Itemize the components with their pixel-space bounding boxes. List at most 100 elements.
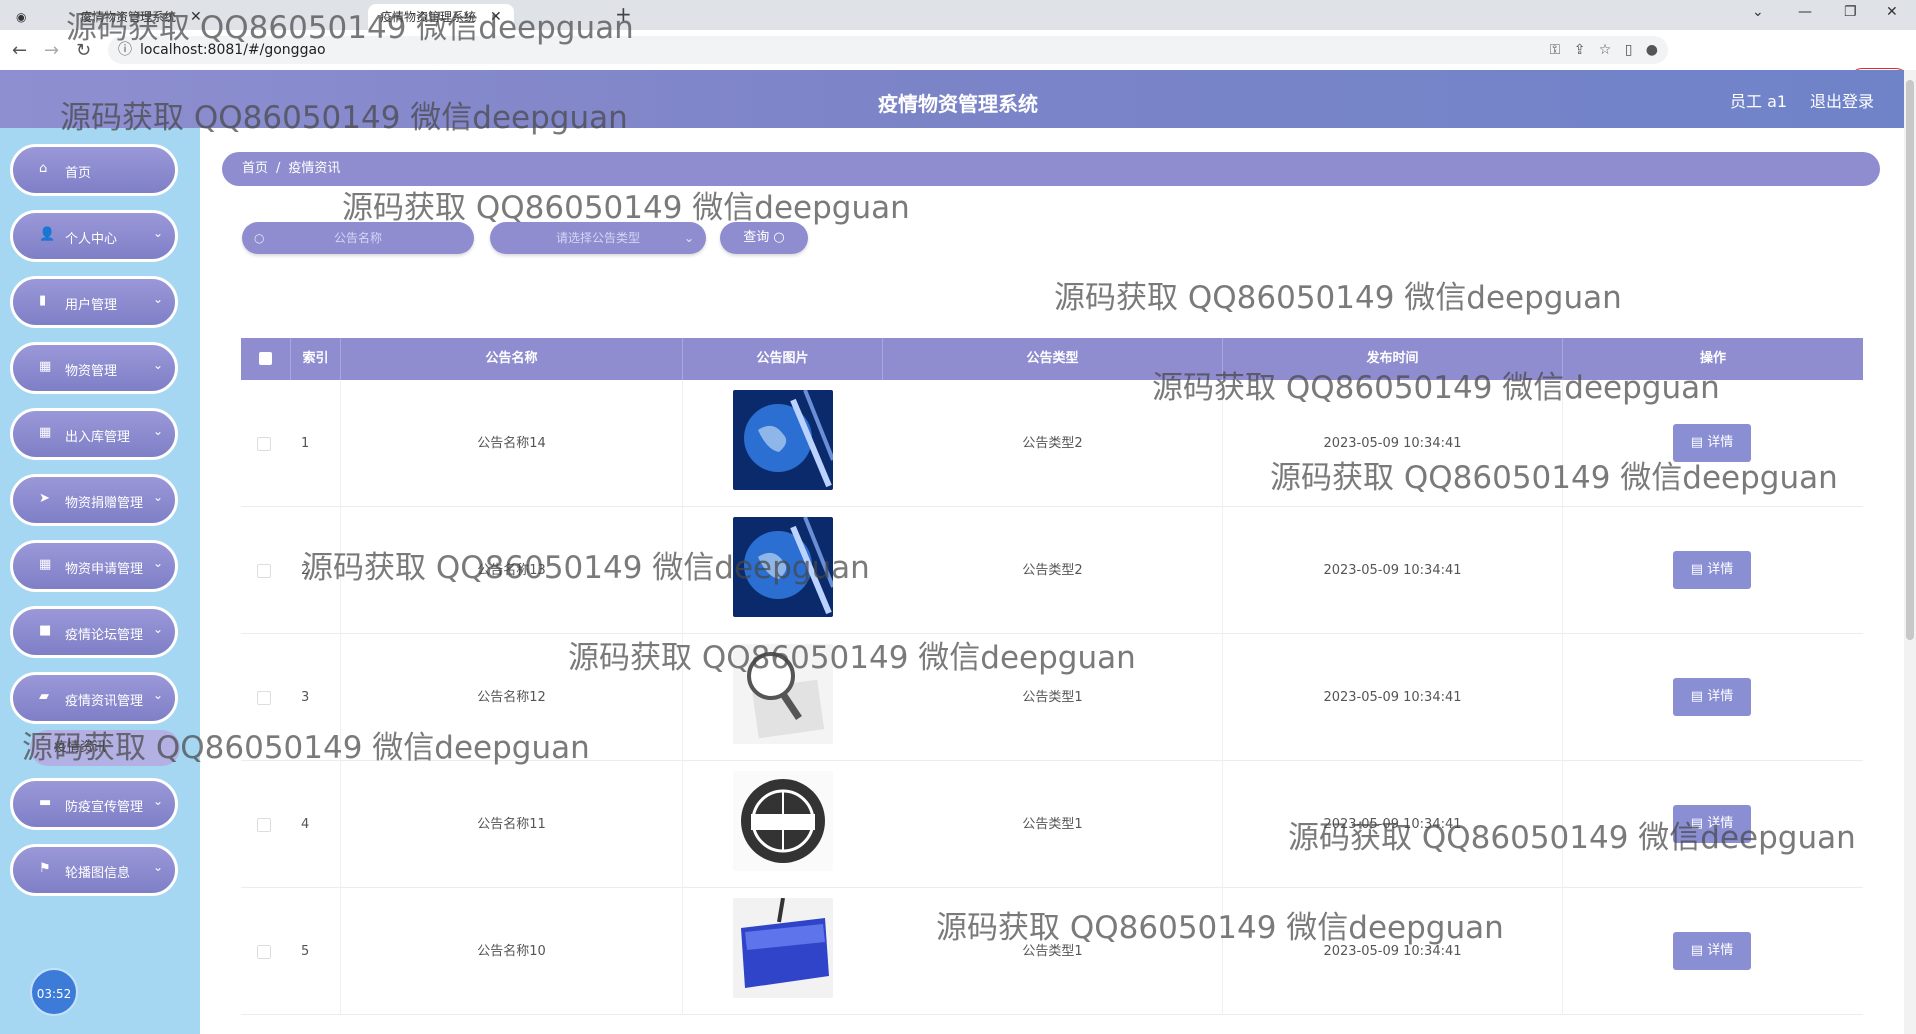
row-name: 公告名称12 [341,634,683,761]
row-name: 公告名称11 [341,761,683,888]
reload-icon[interactable]: ↻ [76,40,91,61]
detail-button[interactable]: ▤ 详情 [1673,424,1751,462]
sidebar-item-label: 用户管理 [65,298,118,313]
row-checkbox[interactable] [257,945,271,959]
sidebar-item-carousel[interactable]: ⚑ 轮播图信息 ⌄ [10,844,178,896]
chart-icon: ▮ [39,293,47,308]
table-row: 2 公告名称13 公告类型2 2023-05-09 10:34:41 ▤ 详情 [241,507,1863,634]
sidebar-item-label: 物资管理 [65,364,118,379]
row-time: 2023-05-09 10:34:41 [1223,761,1563,888]
sidebar-item-label: 出入库管理 [65,430,131,445]
grid-icon: ▦ [39,557,52,572]
profile-icon[interactable]: ● [1646,42,1658,58]
browser-tab-active[interactable]: 疫情物资管理系统 ✕ [368,4,514,30]
url-text: localhost:8081/#/gonggao [140,42,326,58]
sidebar-item-home[interactable]: ⌂ 首页 [10,144,178,196]
detail-button[interactable]: ▤ 详情 [1673,678,1751,716]
query-button[interactable]: 查询 ○ [720,222,808,254]
query-label: 查询 [743,230,770,245]
sidebar-item-personal-center[interactable]: 👤 个人中心 ⌄ [10,210,178,262]
forward-icon[interactable]: → [44,40,59,61]
row-index: 4 [291,761,341,888]
type-select[interactable]: 请选择公告类型 ⌄ [490,222,706,254]
document-icon: ▤ [1690,435,1708,450]
star-icon[interactable]: ☆ [1599,42,1612,58]
sidebar-item-propaganda[interactable]: ▬ 防疫宣传管理 ⌄ [10,778,178,830]
sidebar-item-label: 疫情论坛管理 [65,628,144,643]
breadcrumb-home[interactable]: 首页 [242,161,268,176]
omnibox-icons: ⚿ ⇪ ☆ ▯ ● [1550,36,1658,64]
globe-image[interactable] [733,517,833,617]
logout-link[interactable]: 退出登录 [1810,88,1874,112]
minimize-icon[interactable]: — [1798,4,1812,20]
grid-icon: ▦ [39,425,52,440]
globe-image[interactable] [733,390,833,490]
detail-button[interactable]: ▤ 详情 [1673,805,1751,843]
row-time: 2023-05-09 10:34:41 [1223,507,1563,634]
url-field[interactable]: ⓘ localhost:8081/#/gonggao ⚿ ⇪ ☆ ▯ ● [108,36,1668,64]
news-magnifier-image[interactable] [733,644,833,744]
table-header: 索引 公告名称 公告图片 公告类型 发布时间 操作 [241,338,1863,380]
sidebar-item-news[interactable]: ▰ 疫情资讯管理 ⌄ [10,672,178,724]
close-tab-icon[interactable]: ✕ [190,9,202,25]
new-tab-button[interactable]: + [615,2,632,26]
sidebar-item-inout[interactable]: ▦ 出入库管理 ⌄ [10,408,178,460]
news-key-image[interactable] [733,898,833,998]
restore-icon[interactable]: ❐ [1844,4,1857,20]
browser-tab[interactable]: 疫情物资管理系统 ✕ [80,4,202,30]
close-window-icon[interactable]: ✕ [1886,4,1898,20]
row-name: 公告名称14 [341,380,683,507]
sidebar-item-forum[interactable]: ■ 疫情论坛管理 ⌄ [10,606,178,658]
app-header: 疫情物资管理系统 员工 a1 退出登录 [0,70,1916,128]
col-time: 发布时间 [1223,338,1563,380]
row-checkbox[interactable] [257,818,271,832]
clock-badge: 03:52 [30,968,78,1016]
briefcase-icon: ▬ [39,795,52,810]
detail-button[interactable]: ▤ 详情 [1673,932,1751,970]
row-time: 2023-05-09 10:34:41 [1223,888,1563,1015]
sidebar-item-label: 物资捐赠管理 [65,496,144,511]
search-name-input[interactable]: ○ 公告名称 [242,222,474,254]
table-row: 5 公告名称10 公告类型1 2023-05-09 10:34:41 ▤ 详情 [241,888,1863,1015]
sidebar-item-application[interactable]: ▦ 物资申请管理 ⌄ [10,540,178,592]
chevron-down-icon: ⌄ [152,688,163,702]
row-index: 3 [291,634,341,761]
search-icon: ○ [254,231,265,245]
table-row: 4 公告名称11 公告类型1 2023-05-09 10:34:41 ▤ 详情 [241,761,1863,888]
sidebar-item-supplies[interactable]: ▦ 物资管理 ⌄ [10,342,178,394]
back-icon[interactable]: ← [12,40,27,61]
sidepanel-icon[interactable]: ▯ [1625,42,1633,58]
row-type: 公告类型1 [883,634,1223,761]
scrollbar-thumb[interactable] [1906,80,1914,640]
table-row: 1 公告名称14 公告类型2 2023-05-09 10:34:41 ▤ 详情 [241,380,1863,507]
share-icon[interactable]: ⇪ [1574,42,1586,58]
sidebar-item-users[interactable]: ▮ 用户管理 ⌄ [10,276,178,328]
row-checkbox[interactable] [257,437,271,451]
row-index: 5 [291,888,341,1015]
chevron-down-icon: ⌄ [152,358,163,372]
select-all-checkbox[interactable] [259,352,272,365]
close-tab-icon[interactable]: ✕ [490,9,502,25]
sidebar-item-label: 防疫宣传管理 [65,800,144,815]
key-icon[interactable]: ⚿ [1550,42,1561,58]
sidebar-item-label: 轮播图信息 [65,866,131,881]
chevron-down-icon[interactable]: ⌄ [1752,4,1764,20]
sidebar-subitem-news[interactable]: 疫情资讯 [30,730,180,766]
row-name: 公告名称10 [341,888,683,1015]
document-icon: ▤ [1690,943,1708,958]
table-row: 3 公告名称12 公告类型1 2023-05-09 10:34:41 ▤ 详情 [241,634,1863,761]
news-globe-badge-image[interactable] [733,771,833,871]
row-checkbox[interactable] [257,691,271,705]
row-time: 2023-05-09 10:34:41 [1223,634,1563,761]
search-icon: ○ [773,230,785,245]
row-checkbox[interactable] [257,564,271,578]
document-icon: ▤ [1690,562,1708,577]
chevron-down-icon: ⌄ [152,622,163,636]
sidebar-item-donation[interactable]: ➤ 物资捐赠管理 ⌄ [10,474,178,526]
sidebar-item-label: 疫情资讯管理 [65,694,144,709]
detail-button[interactable]: ▤ 详情 [1673,551,1751,589]
row-type: 公告类型2 [883,507,1223,634]
search-name-placeholder: 公告名称 [333,231,382,245]
watermark-text: 源码获取 QQ86050149 微信deepguan [1054,280,1622,316]
row-type: 公告类型2 [883,380,1223,507]
